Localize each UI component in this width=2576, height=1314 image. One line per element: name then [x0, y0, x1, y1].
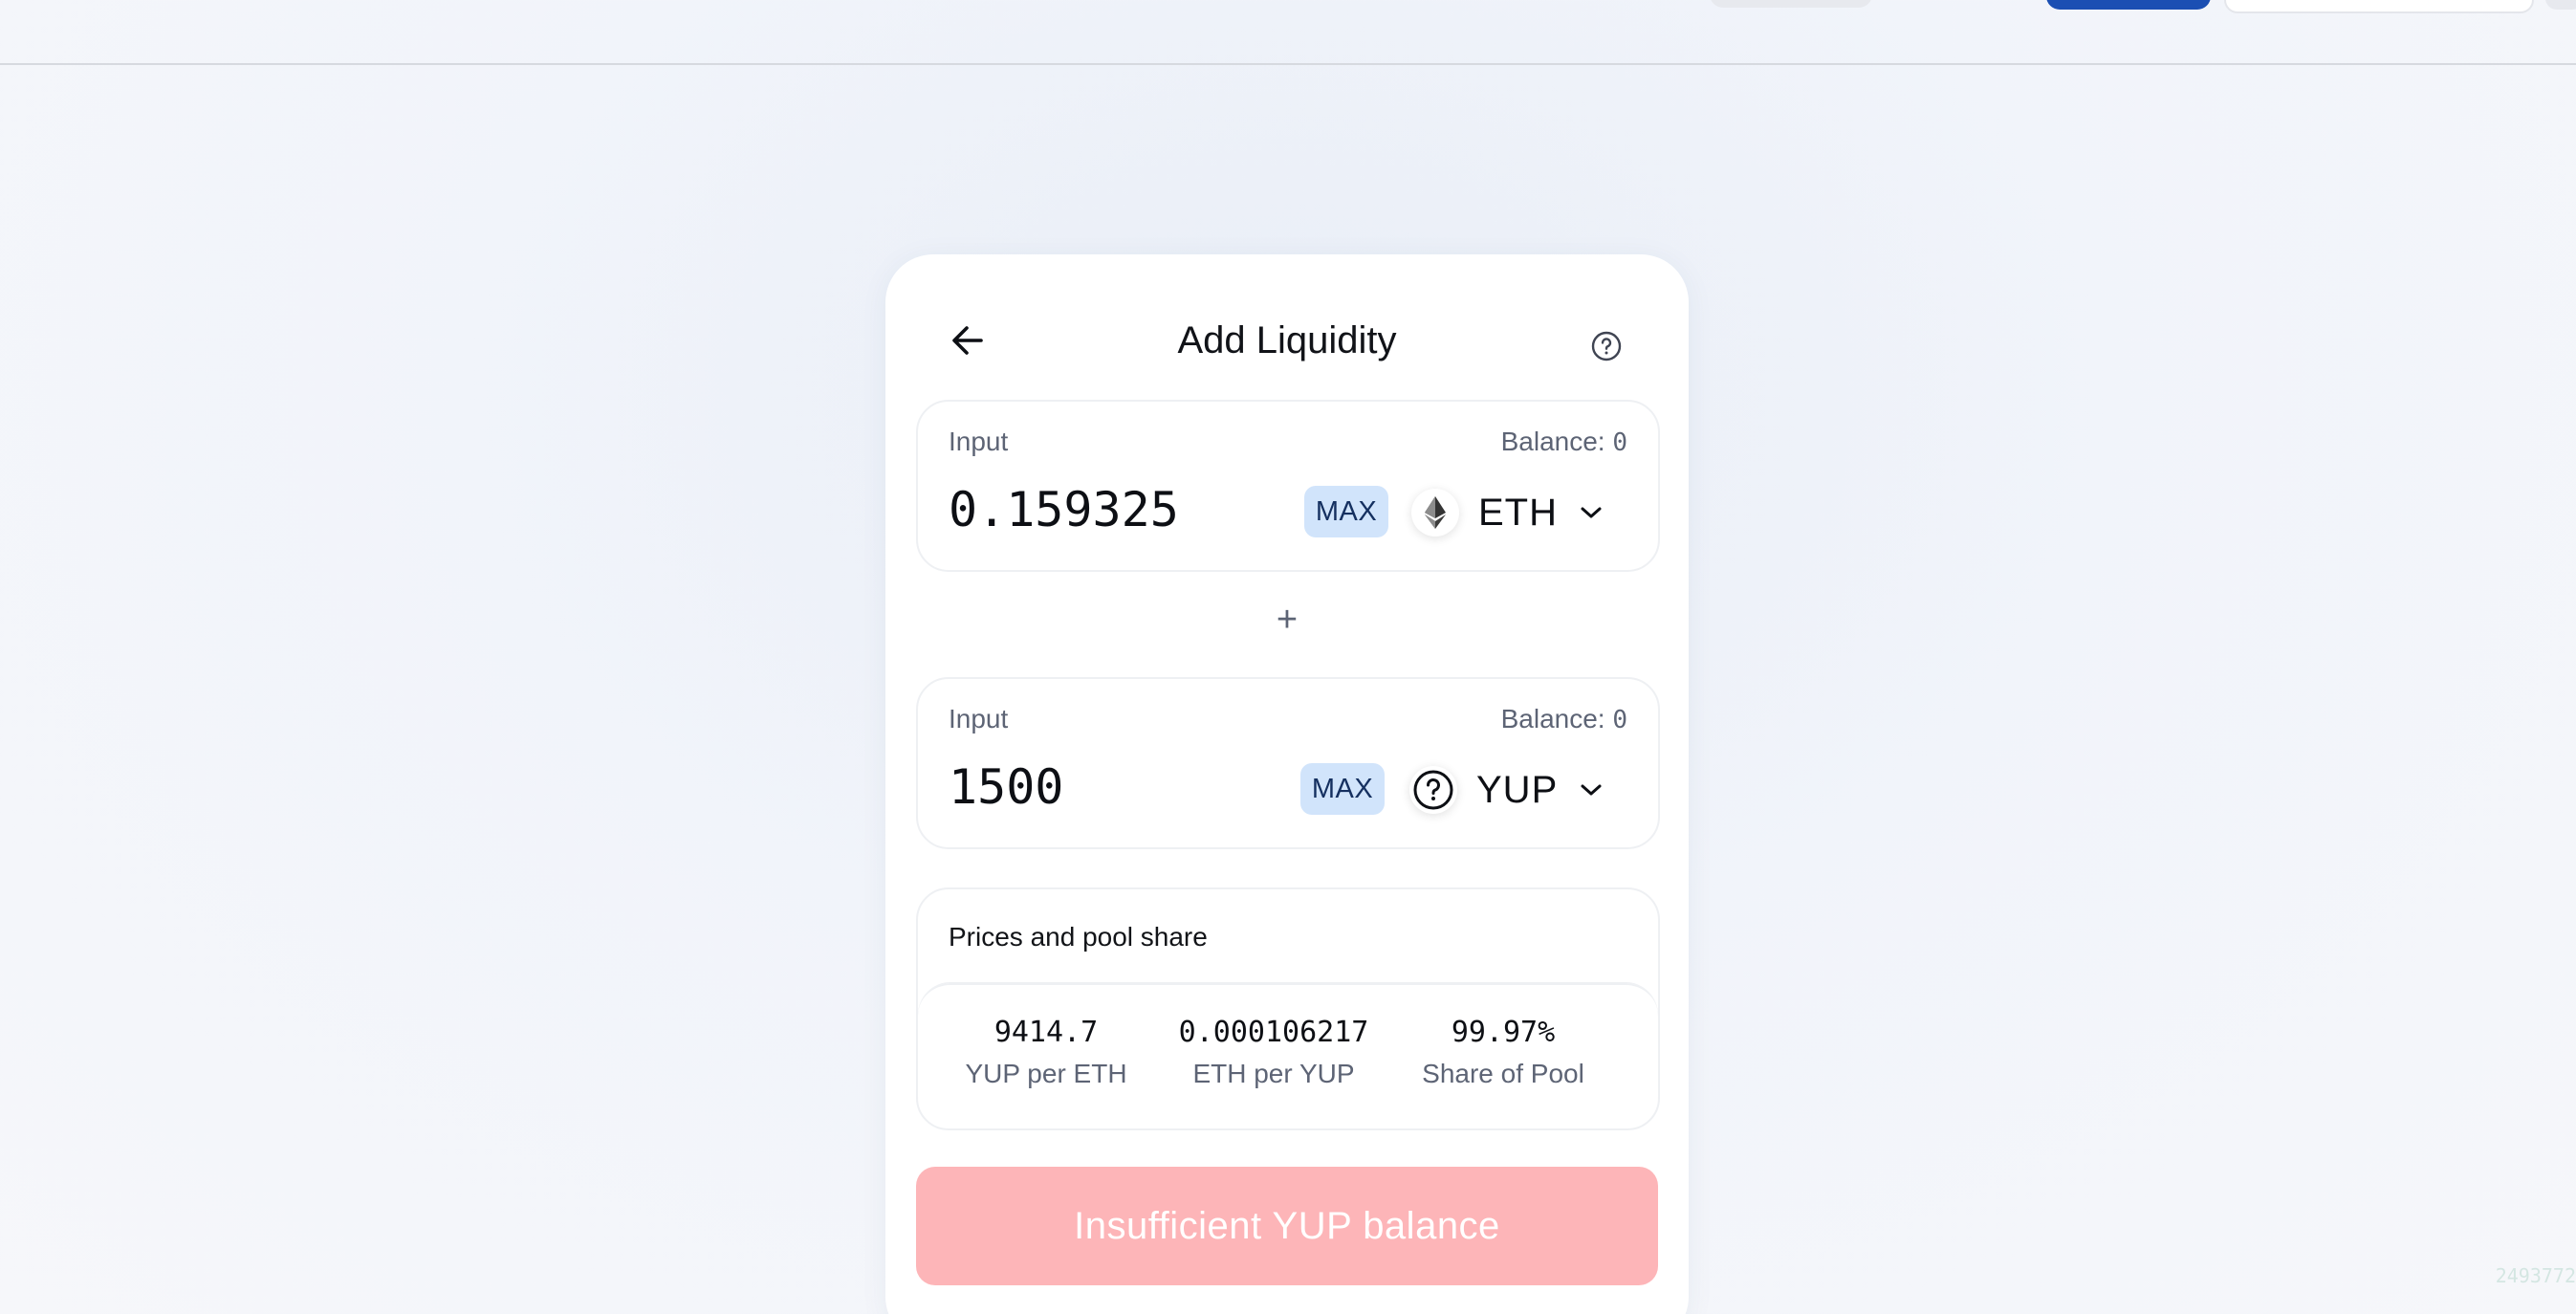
input-label: Input: [949, 704, 1009, 734]
token-select-eth[interactable]: ETH: [1411, 484, 1604, 541]
stat-value: 0.000106217: [1178, 1016, 1369, 1049]
insufficient-balance-button[interactable]: Insufficient YUP balance: [916, 1167, 1658, 1285]
balance-value: 0: [1612, 706, 1627, 734]
balance-text: Balance: 0: [1501, 427, 1627, 457]
build-id-text: 2493772: [2495, 1264, 2576, 1287]
stat-yup-per-eth: 9414.7 YUP per ETH: [931, 1016, 1161, 1089]
question-icon[interactable]: [1585, 325, 1627, 367]
amount-input-b[interactable]: [949, 759, 1274, 815]
balance-label: Balance:: [1500, 427, 1605, 456]
chevron-down-icon: [1579, 782, 1604, 798]
input-panel-b: Input Balance: 0 MAX YUP: [916, 677, 1660, 849]
card-header: Add Liquidity: [885, 254, 1689, 398]
menu-button[interactable]: [2545, 0, 2576, 10]
balance-label: Balance:: [1500, 704, 1605, 734]
nav-button[interactable]: [1710, 0, 1872, 8]
chevron-down-icon: [1579, 505, 1604, 520]
balance-text: Balance: 0: [1501, 704, 1627, 734]
prices-panel: Prices and pool share 9414.7 YUP per ETH…: [916, 887, 1660, 1130]
plus-icon: +: [1276, 599, 1299, 640]
token-symbol: YUP: [1476, 768, 1559, 811]
balance-value: 0: [1612, 428, 1627, 457]
ethereum-icon: [1411, 489, 1459, 537]
amount-input-a[interactable]: [949, 482, 1274, 537]
stat-label: Share of Pool: [1422, 1059, 1584, 1088]
add-liquidity-card: Add Liquidity Input Balance: 0 MAX: [885, 254, 1689, 1314]
prices-title: Prices and pool share: [949, 922, 1208, 952]
token-symbol: ETH: [1478, 491, 1558, 534]
unknown-token-icon: [1409, 766, 1457, 814]
page-title: Add Liquidity: [1177, 319, 1397, 361]
max-button-a[interactable]: MAX: [1304, 486, 1388, 537]
stat-value: 9414.7: [993, 1016, 1099, 1049]
token-select-yup[interactable]: YUP: [1409, 761, 1604, 819]
prices-stats: 9414.7 YUP per ETH 0.000106217 ETH per Y…: [918, 983, 1658, 1128]
max-button-b[interactable]: MAX: [1300, 763, 1385, 815]
input-label: Input: [949, 427, 1009, 456]
account-button[interactable]: [2224, 0, 2534, 13]
stat-label: ETH per YUP: [1192, 1059, 1355, 1088]
stat-label: YUP per ETH: [965, 1059, 1127, 1088]
stat-share-of-pool: 99.97% Share of Pool: [1388, 1016, 1618, 1089]
stat-eth-per-yup: 0.000106217 ETH per YUP: [1159, 1016, 1388, 1089]
connect-wallet-button[interactable]: [2046, 0, 2211, 10]
stat-value: 99.97%: [1451, 1016, 1556, 1049]
input-panel-a: Input Balance: 0 MAX ETH: [916, 400, 1660, 572]
top-nav-bar: [0, 0, 2576, 65]
